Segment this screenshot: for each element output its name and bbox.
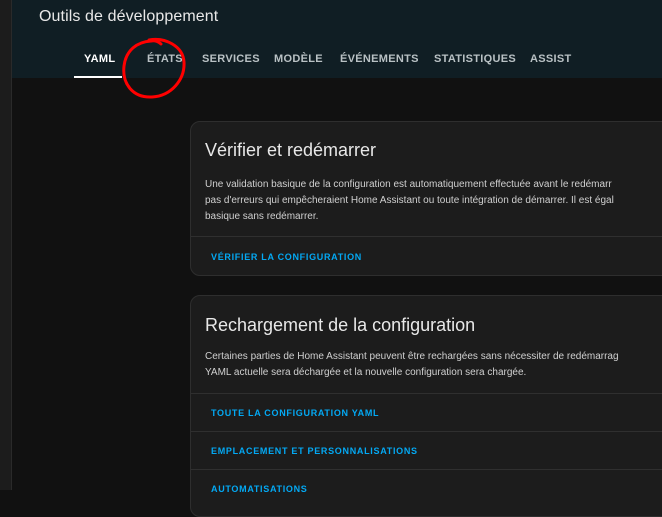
card-divider (191, 236, 662, 237)
reload-automations-button[interactable]: AUTOMATISATIONS (211, 484, 308, 494)
sidebar (0, 0, 12, 490)
card-divider (191, 393, 662, 394)
card-title: Rechargement de la configuration (205, 315, 476, 335)
card-title: Vérifier et redémarrer (205, 140, 377, 160)
tab-modele[interactable]: MODÈLE (274, 44, 323, 78)
tab-yaml[interactable]: YAML (84, 44, 115, 78)
tab-assist[interactable]: ASSIST (530, 44, 572, 78)
tab-statistiques[interactable]: STATISTIQUES (434, 44, 516, 78)
tab-services[interactable]: SERVICES (202, 44, 260, 78)
card-description: Une validation basique de la configurati… (205, 179, 614, 222)
check-configuration-button[interactable]: VÉRIFIER LA CONFIGURATION (211, 252, 362, 262)
tab-evenements[interactable]: ÉVÉNEMENTS (340, 44, 419, 78)
app-header: Outils de développement YAML ÉTATS SERVI… (12, 0, 662, 78)
page-title: Outils de développement (39, 8, 219, 25)
card-divider (191, 431, 662, 432)
check-restart-card: Vérifier et redémarrer Une validation ba… (190, 121, 662, 276)
active-tab-indicator (74, 76, 122, 78)
reload-configuration-card: Rechargement de la configuration Certain… (190, 295, 662, 517)
tab-etats[interactable]: ÉTATS (147, 44, 183, 78)
reload-all-yaml-button[interactable]: TOUTE LA CONFIGURATION YAML (211, 408, 379, 418)
card-divider (191, 469, 662, 470)
card-description: Certaines parties de Home Assistant peuv… (205, 351, 619, 378)
reload-location-customizations-button[interactable]: EMPLACEMENT ET PERSONNALISATIONS (211, 446, 418, 456)
